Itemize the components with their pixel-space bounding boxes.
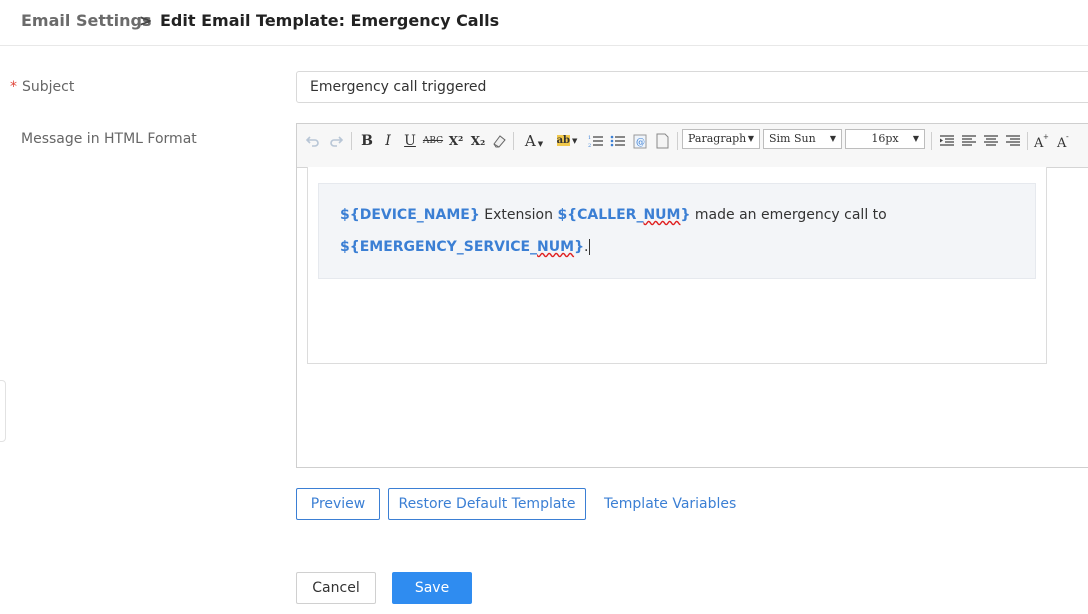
svg-text:2: 2 bbox=[588, 143, 591, 148]
caller-num-variable: ${CALLER_NUM} bbox=[557, 207, 691, 223]
redo-icon[interactable] bbox=[328, 130, 344, 152]
eraser-icon[interactable] bbox=[490, 130, 508, 152]
highlight-button[interactable]: ab ▼ bbox=[553, 130, 581, 152]
unordered-list-icon[interactable] bbox=[609, 130, 627, 152]
align-right-icon[interactable] bbox=[1004, 130, 1022, 152]
side-collapse-tab[interactable] bbox=[0, 380, 6, 442]
cancel-button[interactable]: Cancel bbox=[296, 572, 376, 604]
toolbar-divider bbox=[677, 132, 678, 150]
message-line-2: ${EMERGENCY_SERVICE_NUM}. bbox=[340, 239, 590, 255]
breadcrumb-separator: > bbox=[139, 11, 153, 30]
align-center-icon[interactable] bbox=[982, 130, 1000, 152]
message-block[interactable]: ${DEVICE_NAME} Extension ${CALLER_NUM} m… bbox=[318, 183, 1036, 279]
italic-button[interactable]: I bbox=[381, 130, 395, 152]
svg-text:-: - bbox=[1066, 133, 1069, 141]
indent-icon[interactable] bbox=[938, 130, 956, 152]
text-caret bbox=[588, 239, 590, 255]
undo-icon[interactable] bbox=[305, 130, 321, 152]
link-icon[interactable]: @ bbox=[631, 130, 649, 152]
message-label: Message in HTML Format bbox=[21, 131, 197, 147]
paragraph-select[interactable]: Paragraph ▼ bbox=[682, 129, 760, 149]
subject-label: * Subject bbox=[10, 79, 75, 95]
page-title: Edit Email Template: Emergency Calls bbox=[160, 11, 500, 30]
strikethrough-button[interactable]: ABC bbox=[422, 130, 444, 152]
subject-input[interactable] bbox=[296, 71, 1088, 103]
svg-text:@: @ bbox=[636, 138, 645, 148]
svg-text:1: 1 bbox=[588, 135, 591, 141]
page-header: Email Settings > Edit Email Template: Em… bbox=[0, 0, 1088, 46]
toolbar-divider bbox=[351, 132, 352, 150]
message-line-1: ${DEVICE_NAME} Extension ${CALLER_NUM} m… bbox=[340, 207, 887, 223]
editor-toolbar: B I U ABC X² X₂ A ▼ ab ▼ 12 @ Paragraph ▼ bbox=[297, 124, 1088, 168]
save-button[interactable]: Save bbox=[392, 572, 472, 604]
font-family-select[interactable]: Sim Sun ▼ bbox=[763, 129, 842, 149]
ordered-list-icon[interactable]: 12 bbox=[587, 130, 605, 152]
restore-default-template-button[interactable]: Restore Default Template bbox=[388, 488, 586, 520]
toolbar-divider bbox=[513, 132, 514, 150]
emergency-service-num-variable: ${EMERGENCY_SERVICE_NUM} bbox=[340, 239, 585, 255]
template-variables-link[interactable]: Template Variables bbox=[604, 496, 736, 512]
font-size-increase-icon[interactable]: A + bbox=[1032, 130, 1050, 152]
required-mark: * bbox=[10, 79, 17, 95]
bold-button[interactable]: B bbox=[359, 130, 375, 152]
underline-button[interactable]: U bbox=[402, 130, 418, 152]
superscript-button[interactable]: X² bbox=[446, 130, 466, 152]
breadcrumb-email-settings[interactable]: Email Settings bbox=[21, 11, 151, 30]
page-icon[interactable] bbox=[653, 130, 671, 152]
subscript-button[interactable]: X₂ bbox=[468, 130, 488, 152]
toolbar-divider bbox=[931, 132, 932, 150]
font-size-decrease-icon[interactable]: A- bbox=[1055, 130, 1073, 152]
device-name-variable: ${DEVICE_NAME} bbox=[340, 207, 480, 223]
preview-button[interactable]: Preview bbox=[296, 488, 380, 520]
font-color-button[interactable]: A ▼ bbox=[521, 130, 547, 152]
font-size-select[interactable]: 16px ▼ bbox=[845, 129, 925, 149]
align-left-icon[interactable] bbox=[960, 130, 978, 152]
editor-document[interactable]: ${DEVICE_NAME} Extension ${CALLER_NUM} m… bbox=[307, 167, 1047, 364]
html-editor[interactable]: B I U ABC X² X₂ A ▼ ab ▼ 12 @ Paragraph ▼ bbox=[296, 123, 1088, 468]
toolbar-divider bbox=[1027, 132, 1028, 150]
svg-text:+: + bbox=[1043, 133, 1049, 141]
